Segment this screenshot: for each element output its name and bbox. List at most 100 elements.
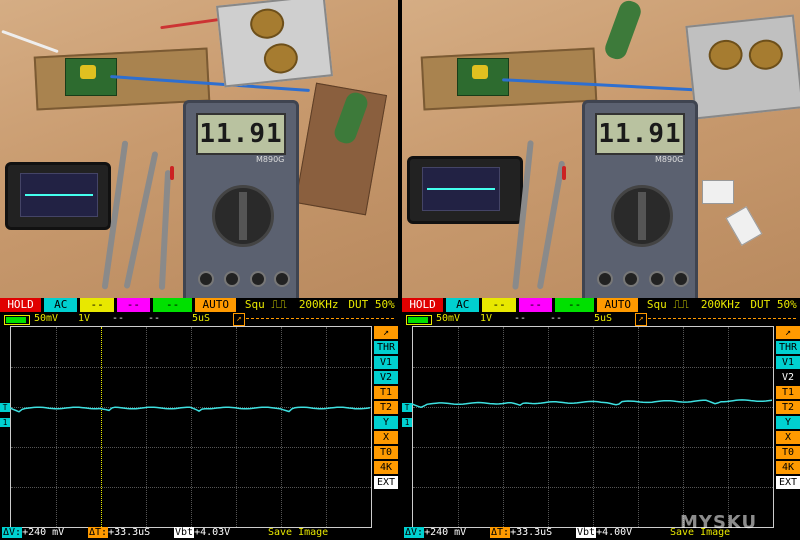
multimeter-model: M890G xyxy=(256,155,285,164)
side-button-t0[interactable]: T0 xyxy=(374,446,398,459)
multimeter: 11.91 M890G xyxy=(183,100,299,298)
square-wave-icon: ⎍⎍ xyxy=(666,298,689,311)
time-per-div[interactable]: 5uS xyxy=(192,313,210,325)
heatsink xyxy=(685,14,800,120)
side-button-t2[interactable]: T2 xyxy=(374,401,398,414)
measurement-bar: ΔV:+240 mV ΔT:+33.3uS Vbt+4.03V Save Ima… xyxy=(0,526,398,540)
power-supply-module xyxy=(65,58,117,96)
channel-3-indicator[interactable]: -- xyxy=(116,298,151,312)
multimeter-display: 11.91 xyxy=(595,113,685,155)
side-button-thr[interactable]: THR xyxy=(776,341,800,354)
battery-voltage-key[interactable]: Vbt xyxy=(174,527,195,538)
channel-1-waveform xyxy=(10,406,370,413)
duty-cycle-readout[interactable]: DUT 50% xyxy=(747,298,800,312)
side-button-t1[interactable]: T1 xyxy=(776,386,800,399)
pocket-oscilloscope xyxy=(5,162,111,230)
delta-v-key[interactable]: ΔV: xyxy=(2,527,23,538)
photo-region: 11.91 M890G 11.91 M890G xyxy=(0,0,800,298)
side-button-y[interactable]: Y xyxy=(374,416,398,429)
trigger-position-bar[interactable] xyxy=(648,318,796,321)
heatsink xyxy=(216,0,333,88)
hold-button[interactable]: HOLD xyxy=(402,298,444,312)
test-bench-photo-left: 11.91 M890G xyxy=(0,0,398,298)
channel-1-waveform xyxy=(412,399,772,409)
side-button-v2[interactable]: V2 xyxy=(776,371,800,384)
channel-4-indicator[interactable]: -- xyxy=(153,298,193,312)
measure-1[interactable]: -- xyxy=(514,313,526,325)
side-button-ext[interactable]: EXT xyxy=(374,476,398,489)
duty-cycle-readout[interactable]: DUT 50% xyxy=(345,298,398,312)
save-image-button[interactable]: Save Image xyxy=(268,526,328,540)
watermark: MYSKU xyxy=(680,512,758,533)
status-bar: HOLD AC -- -- -- AUTO Squ ⎍⎍ 200KHz DUT … xyxy=(402,298,800,312)
side-menu: ↗ THR V1 V2 T1 T2 Y X T0 4K EXT xyxy=(776,326,800,491)
scope-screen-left: HOLD AC -- -- -- AUTO Squ ⎍⎍ 200KHz DUT … xyxy=(0,298,398,540)
trigger-mode-button[interactable]: AUTO xyxy=(195,298,237,312)
side-button-y[interactable]: Y xyxy=(776,416,800,429)
side-button-4k[interactable]: 4K xyxy=(374,461,398,474)
battery-icon xyxy=(406,315,432,325)
measure-1[interactable]: -- xyxy=(112,313,124,325)
waveform-type[interactable]: Squ ⎍⎍ xyxy=(641,298,694,312)
trigger-level-marker[interactable]: T xyxy=(402,403,412,412)
measure-2[interactable]: -- xyxy=(550,313,562,325)
channel-3-indicator[interactable]: -- xyxy=(518,298,553,312)
probe-setting[interactable]: 1V xyxy=(78,313,90,325)
battery-voltage-value: +4.03V xyxy=(194,527,231,538)
delta-t-value: +33.3uS xyxy=(108,527,151,538)
side-button-v1[interactable]: V1 xyxy=(776,356,800,369)
side-button-v2[interactable]: V2 xyxy=(374,371,398,384)
wago-connector xyxy=(702,180,734,204)
trigger-edge-icon[interactable]: ↗ xyxy=(233,313,245,326)
probe-setting[interactable]: 1V xyxy=(480,313,492,325)
channel-1-marker[interactable]: 1 xyxy=(0,418,10,427)
hold-button[interactable]: HOLD xyxy=(0,298,42,312)
channel-4-indicator[interactable]: -- xyxy=(555,298,595,312)
delta-t-value: +33.3uS xyxy=(510,527,553,538)
waveform-trace xyxy=(10,406,370,413)
channel-2-indicator[interactable]: -- xyxy=(80,298,114,312)
time-per-div[interactable]: 5uS xyxy=(594,313,612,325)
settings-bar: 50mV 1V -- -- 5uS ↗ xyxy=(402,313,800,326)
load-resistor xyxy=(602,0,644,62)
trigger-slope-icon[interactable]: ↗ xyxy=(374,326,398,339)
coupling-button[interactable]: AC xyxy=(446,298,480,312)
channel-2-indicator[interactable]: -- xyxy=(482,298,516,312)
multimeter: 11.91 M890G xyxy=(582,100,698,298)
trigger-mode-button[interactable]: AUTO xyxy=(597,298,639,312)
side-button-4k[interactable]: 4K xyxy=(776,461,800,474)
volts-per-div[interactable]: 50mV xyxy=(34,313,58,325)
frequency-readout[interactable]: 200KHz xyxy=(295,298,342,312)
status-bar: HOLD AC -- -- -- AUTO Squ ⎍⎍ 200KHz DUT … xyxy=(0,298,398,312)
battery-voltage-key[interactable]: Vbt xyxy=(576,527,597,538)
side-button-t1[interactable]: T1 xyxy=(374,386,398,399)
side-button-ext[interactable]: EXT xyxy=(776,476,800,489)
battery-icon xyxy=(4,315,30,325)
settings-bar: 50mV 1V -- -- 5uS ↗ xyxy=(0,313,398,326)
side-button-t0[interactable]: T0 xyxy=(776,446,800,459)
trigger-edge-icon[interactable]: ↗ xyxy=(635,313,647,326)
side-button-x[interactable]: X xyxy=(776,431,800,444)
trigger-position-bar[interactable] xyxy=(246,318,394,321)
trigger-slope-icon[interactable]: ↗ xyxy=(776,326,800,339)
battery-voltage-value: +4.00V xyxy=(596,527,633,538)
square-wave-icon: ⎍⎍ xyxy=(264,298,287,311)
side-button-t2[interactable]: T2 xyxy=(776,401,800,414)
waveform-type[interactable]: Squ ⎍⎍ xyxy=(239,298,292,312)
measure-2[interactable]: -- xyxy=(148,313,160,325)
side-button-v1[interactable]: V1 xyxy=(374,356,398,369)
channel-1-marker[interactable]: 1 xyxy=(402,418,412,427)
side-button-x[interactable]: X xyxy=(374,431,398,444)
test-bench-photo-right: 11.91 M890G xyxy=(402,0,800,298)
wago-connector xyxy=(725,206,763,246)
delta-t-key[interactable]: ΔT: xyxy=(88,527,109,538)
delta-v-key[interactable]: ΔV: xyxy=(404,527,425,538)
trigger-level-marker[interactable]: T xyxy=(0,403,10,412)
delta-t-key[interactable]: ΔT: xyxy=(490,527,511,538)
delta-v-value: +240 mV xyxy=(424,527,467,538)
coupling-button[interactable]: AC xyxy=(44,298,78,312)
frequency-readout[interactable]: 200KHz xyxy=(697,298,744,312)
side-button-thr[interactable]: THR xyxy=(374,341,398,354)
volts-per-div[interactable]: 50mV xyxy=(436,313,460,325)
multimeter-model: M890G xyxy=(655,155,684,164)
